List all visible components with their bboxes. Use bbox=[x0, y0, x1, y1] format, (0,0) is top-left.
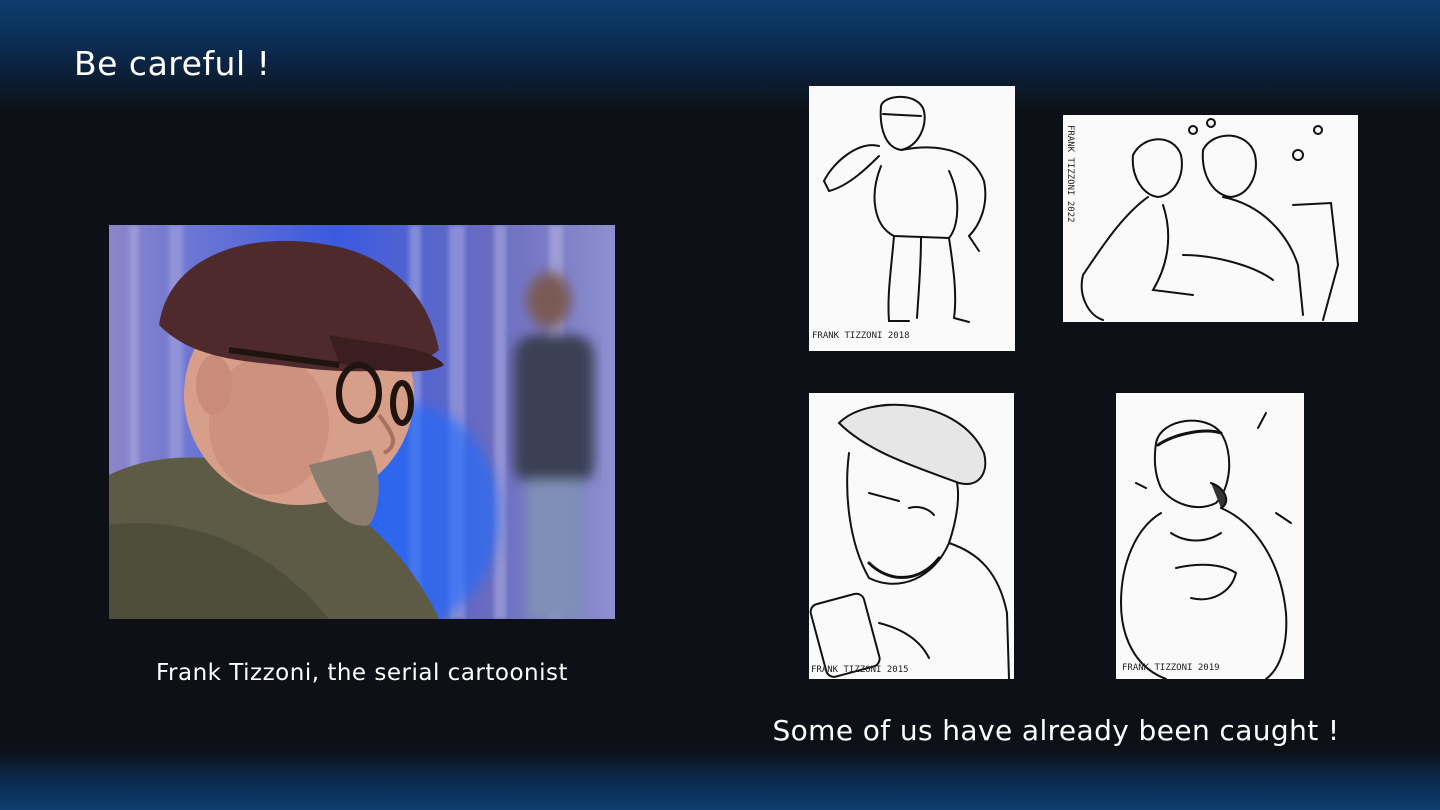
sketches-caption: Some of us have already been caught ! bbox=[772, 714, 1340, 747]
sketch-signature: FRANK TIZZONI 2015 bbox=[811, 665, 909, 675]
footer-band bbox=[0, 750, 1440, 810]
sketch-signature: FRANK TIZZONI 2018 bbox=[812, 331, 910, 341]
sketch-signature: FRANK TIZZONI 2022 bbox=[1065, 125, 1075, 223]
caricature-sketch-3: FRANK TIZZONI 2015 bbox=[809, 393, 1014, 679]
caricature-sketch-1: FRANK TIZZONI 2018 bbox=[809, 86, 1015, 351]
slide-title: Be careful ! bbox=[74, 44, 271, 83]
caricature-sketch-2: FRANK TIZZONI 2022 bbox=[1063, 115, 1358, 322]
cartoonist-photo bbox=[109, 225, 615, 619]
caricature-sketch-4: FRANK TIZZONI 2019 bbox=[1116, 393, 1304, 679]
sketch-signature: FRANK TIZZONI 2019 bbox=[1122, 663, 1220, 673]
photo-caption: Frank Tizzoni, the serial cartoonist bbox=[155, 660, 568, 686]
